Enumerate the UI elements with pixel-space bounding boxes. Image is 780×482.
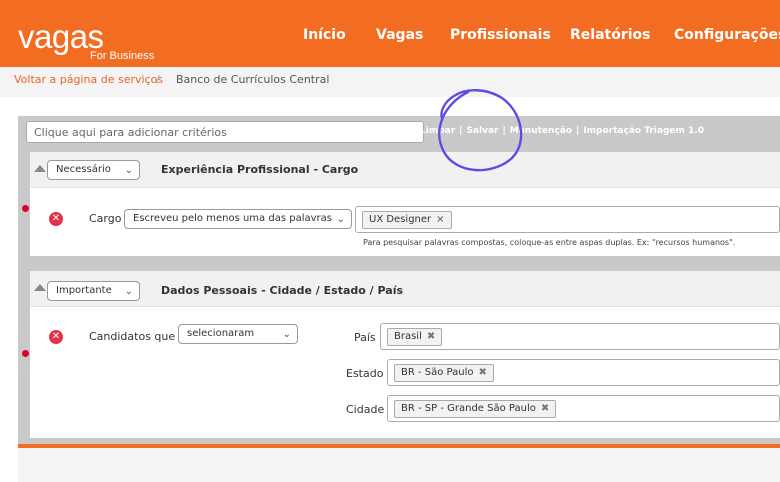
criterion-block-location: Importante ⌄ Dados Pessoais - Cidade / E…: [30, 271, 780, 438]
criteria-search-input[interactable]: [26, 121, 424, 143]
chevron-down-icon: ⌄: [336, 214, 345, 225]
tag-sao-paulo: BR - São Paulo ✖: [394, 364, 494, 382]
required-marker-dot: [22, 350, 29, 357]
tag-label: Brasil: [394, 331, 422, 342]
criterion-title: Experiência Profissional - Cargo: [161, 163, 359, 176]
priority-select[interactable]: Necessário ⌄: [47, 160, 140, 180]
nav-configuracoes[interactable]: Configurações: [674, 27, 780, 43]
criterion-block-cargo: Necessário ⌄ Experiência Profissional - …: [30, 152, 780, 256]
required-marker-dot: [22, 205, 29, 212]
footer-area: [18, 448, 780, 482]
tag-label: BR - SP - Grande São Paulo: [401, 403, 536, 414]
logo-subtitle: For Business: [90, 50, 155, 62]
pais-label: País: [354, 331, 376, 344]
estado-label: Estado: [346, 367, 384, 380]
nav-profissionais[interactable]: Profissionais: [450, 27, 551, 43]
priority-select[interactable]: Importante ⌄: [47, 281, 140, 301]
match-mode-value: Escreveu pelo menos uma das palavras: [133, 213, 332, 224]
criteria-panel: Limpar|Salvar|Manutenção|Importação Tria…: [18, 116, 780, 452]
criterion-title: Dados Pessoais - Cidade / Estado / País: [161, 284, 404, 297]
criterion-header: Importante ⌄ Dados Pessoais - Cidade / E…: [30, 271, 780, 307]
collapse-triangle-icon[interactable]: [34, 165, 46, 172]
priority-value: Importante: [56, 285, 112, 296]
candidatos-que-label: Candidatos que: [89, 330, 176, 343]
tag-ux-designer: UX Designer ×: [362, 211, 452, 229]
breadcrumb-separator: /: [156, 73, 160, 86]
cidade-tags-input[interactable]: BR - SP - Grande São Paulo ✖: [387, 395, 780, 422]
chevron-down-icon: ⌄: [124, 165, 133, 176]
remove-criterion-icon[interactable]: ✕: [49, 212, 63, 226]
tag-remove-x-icon[interactable]: ×: [436, 214, 444, 225]
tag-remove-x-icon[interactable]: ✖: [479, 367, 487, 378]
cargo-tags-input[interactable]: UX Designer ×: [355, 206, 780, 233]
tag-remove-x-icon[interactable]: ✖: [427, 331, 435, 342]
import-screening-link[interactable]: Importação Triagem 1.0: [583, 126, 704, 136]
collapse-triangle-icon[interactable]: [34, 284, 46, 291]
tag-label: UX Designer: [369, 214, 432, 225]
match-mode-select[interactable]: Escreveu pelo menos uma das palavras ⌄: [124, 209, 352, 229]
search-hint: Para pesquisar palavras compostas, coloq…: [363, 238, 736, 247]
nav-vagas[interactable]: Vagas: [376, 27, 423, 43]
tag-label: BR - São Paulo: [401, 367, 474, 378]
chevron-down-icon: ⌄: [282, 329, 291, 340]
tag-brasil: Brasil ✖: [387, 328, 443, 346]
remove-criterion-icon[interactable]: ✕: [49, 330, 63, 344]
breadcrumb: Voltar a página de serviços / Banco de C…: [0, 67, 780, 97]
vagas-logo[interactable]: vagas For Business: [18, 18, 154, 62]
cargo-label: Cargo: [89, 212, 122, 225]
chevron-down-icon: ⌄: [124, 286, 133, 297]
annotation-circle-scribble: [438, 89, 523, 172]
nav-inicio[interactable]: Início: [303, 27, 346, 43]
nav-relatorios[interactable]: Relatórios: [570, 27, 651, 43]
criterion-header: Necessário ⌄ Experiência Profissional - …: [30, 152, 780, 188]
breadcrumb-current: Banco de Currículos Central: [176, 73, 330, 86]
cidade-label: Cidade: [346, 403, 385, 416]
selection-mode-select[interactable]: selecionaram ⌄: [178, 324, 298, 344]
logo-text: vagas: [18, 18, 104, 55]
estado-tags-input[interactable]: BR - São Paulo ✖: [387, 359, 780, 386]
priority-value: Necessário: [56, 164, 111, 175]
tag-grande-sao-paulo: BR - SP - Grande São Paulo ✖: [394, 400, 557, 418]
breadcrumb-back-link[interactable]: Voltar a página de serviços: [14, 73, 163, 86]
toolbar-separator: |: [576, 126, 580, 136]
pais-tags-input[interactable]: Brasil ✖: [380, 323, 780, 350]
tag-remove-x-icon[interactable]: ✖: [541, 403, 549, 414]
selection-mode-value: selecionaram: [187, 328, 255, 339]
top-navigation-bar: vagas For Business Início Vagas Profissi…: [0, 0, 780, 67]
